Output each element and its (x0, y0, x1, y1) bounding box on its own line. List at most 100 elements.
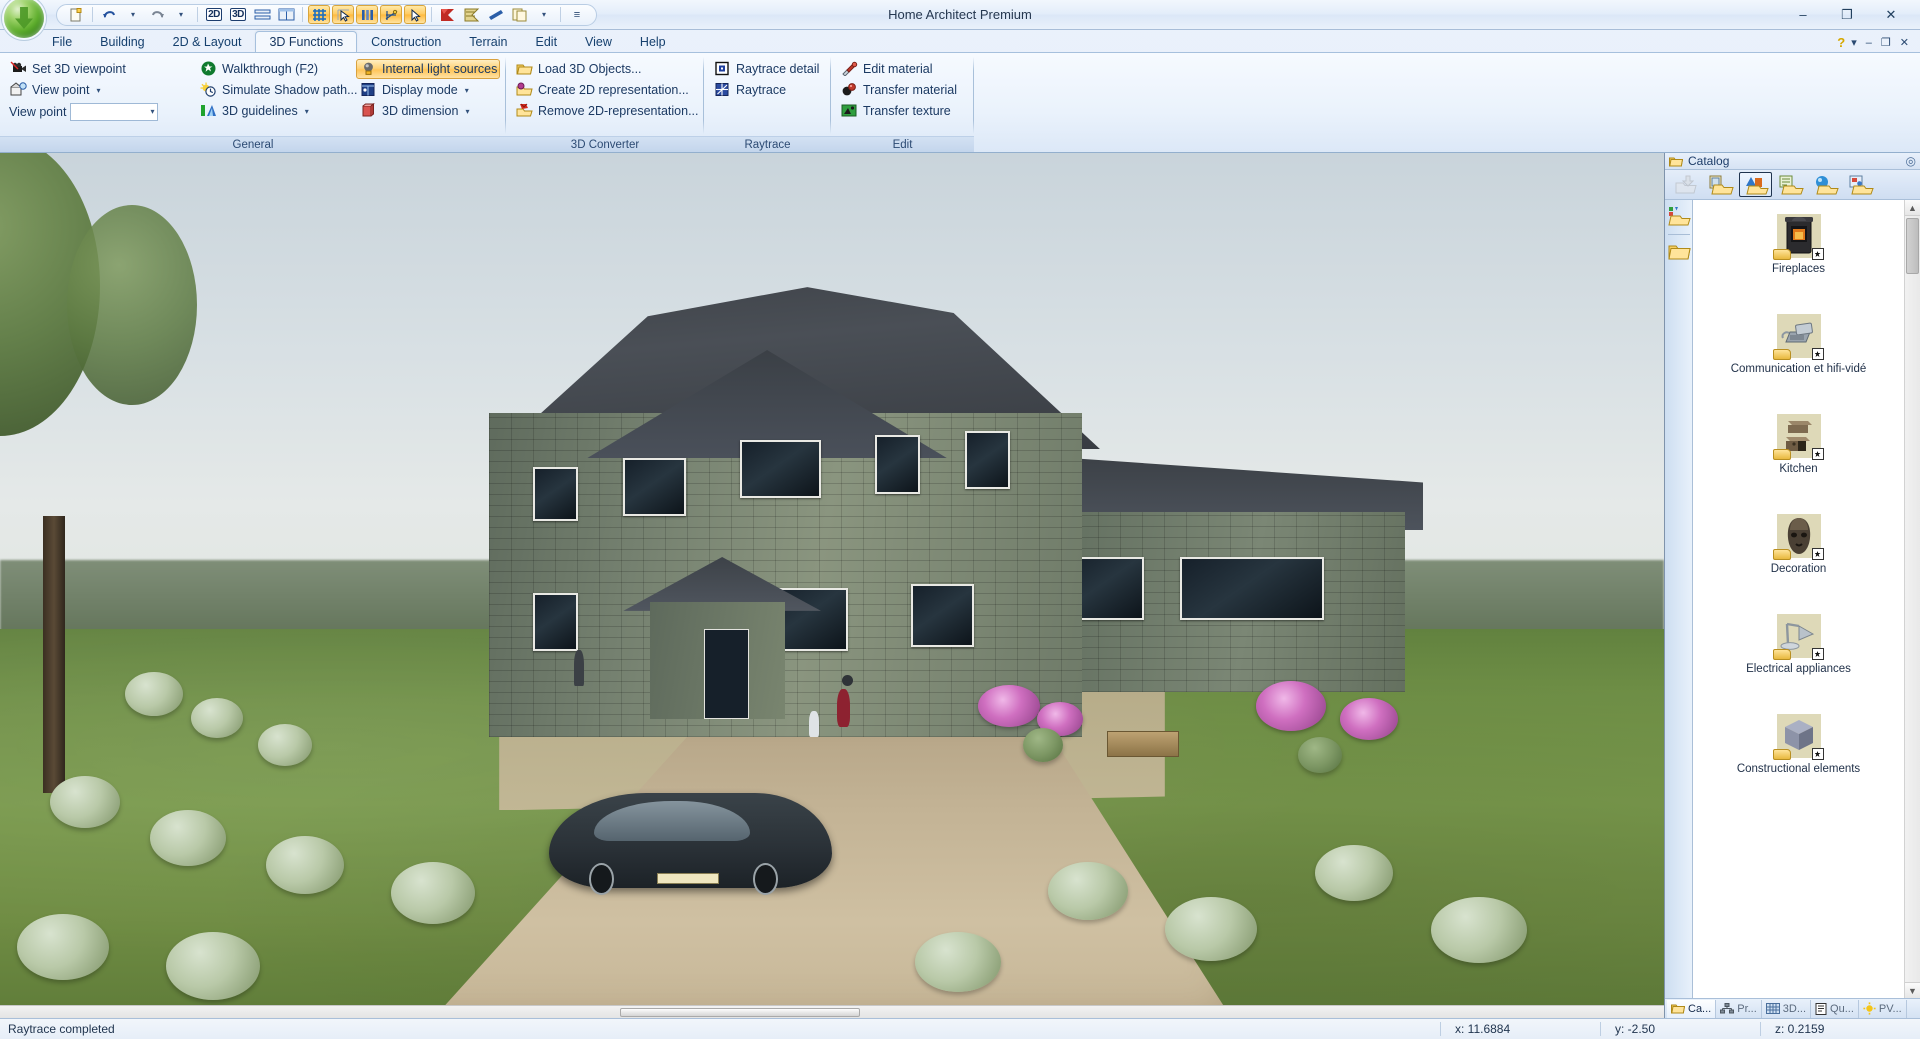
ribbon-options-dropdown-icon[interactable]: ▾ (1848, 36, 1860, 49)
viewport-horizontal-scrollbar[interactable] (0, 1005, 1664, 1018)
blue-wedge-icon[interactable] (485, 5, 507, 24)
minimize-button[interactable]: – (1782, 4, 1824, 26)
undo-icon[interactable] (98, 5, 120, 24)
undo-dropdown-icon[interactable]: ▾ (122, 5, 144, 24)
tab-terrain[interactable]: Terrain (455, 31, 521, 52)
list-item[interactable]: Communication et hifi-vidé (1693, 306, 1904, 406)
catalog-objects-button[interactable] (1739, 172, 1772, 197)
ribbon-minimize-icon[interactable]: – (1863, 37, 1875, 49)
tab-building[interactable]: Building (86, 31, 158, 52)
list-item[interactable]: Decoration (1693, 506, 1904, 606)
help-icon[interactable]: ? (1837, 35, 1845, 50)
view-point-combo-row: View point ▾ (6, 101, 192, 122)
chevron-down-icon[interactable]: ▾ (465, 86, 469, 95)
list-item[interactable]: Electrical appliances (1693, 606, 1904, 706)
catalog-scrollbar[interactable]: ▲ ▼ (1904, 200, 1920, 998)
raytrace-icon (714, 82, 731, 98)
catalog-tab-3d[interactable]: 3D... (1762, 999, 1812, 1018)
catalog-images-button[interactable] (1844, 172, 1877, 197)
raytrace-detail-button[interactable]: Raytrace detail (710, 59, 826, 79)
tab-2d-layout[interactable]: 2D & Layout (159, 31, 256, 52)
tab-construction[interactable]: Construction (357, 31, 455, 52)
application-menu-button[interactable] (4, 0, 48, 38)
catalog-tab-project[interactable]: Pr... (1716, 999, 1762, 1018)
view-2d-icon[interactable]: 2D (203, 5, 225, 24)
catalog-materials-button[interactable] (1809, 172, 1842, 197)
list-item[interactable]: Fireplaces (1693, 206, 1904, 306)
grid-icon[interactable] (308, 5, 330, 24)
3d-dimension-button[interactable]: 3D dimension ▾ (356, 101, 500, 121)
catalog-scroll-thumb[interactable] (1906, 218, 1919, 274)
catalog-item-list[interactable]: Fireplaces Communication et hifi-vidé Ki… (1693, 200, 1904, 998)
chevron-down-icon[interactable]: ▾ (96, 86, 100, 95)
list-item[interactable]: Kitchen (1693, 406, 1904, 506)
roof-red-icon[interactable] (437, 5, 459, 24)
remove-2d-representation-button[interactable]: Remove 2D-representation... (512, 101, 700, 121)
pin-icon[interactable]: ◎ (1906, 154, 1916, 168)
internal-light-sources-button[interactable]: Internal light sources (356, 59, 500, 79)
snap-icon[interactable] (380, 5, 402, 24)
ribbon-group-label-general: General (0, 136, 506, 152)
raytrace-button[interactable]: Raytrace (710, 80, 826, 100)
simulate-shadow-path-button[interactable]: Simulate Shadow path... (196, 80, 358, 100)
tab-edit[interactable]: Edit (522, 31, 572, 52)
tab-view[interactable]: View (571, 31, 626, 52)
catalog-favorites-button[interactable] (1667, 243, 1691, 261)
caret: ▾ (541, 10, 546, 19)
select-arrow-grid-icon[interactable] (332, 5, 354, 24)
qat-overflow-icon[interactable]: ≡ (566, 5, 588, 24)
3d-guidelines-button[interactable]: 3D guidelines ▾ (196, 101, 352, 121)
create-2d-icon (516, 82, 533, 98)
window (910, 583, 974, 647)
split-vertical-icon[interactable] (275, 5, 297, 24)
set-3d-viewpoint-button[interactable]: Set 3D viewpoint (6, 59, 192, 79)
edit-material-button[interactable]: Edit material (837, 59, 968, 79)
catalog-tab-pv[interactable]: PV... (1859, 999, 1907, 1018)
view-3d-icon[interactable]: 3D (227, 5, 249, 24)
scroll-down-icon[interactable]: ▼ (1905, 982, 1920, 998)
ribbon-close-icon[interactable]: ✕ (1897, 36, 1912, 49)
view-point-button[interactable]: View point ▾ (6, 80, 192, 100)
display-mode-icon (360, 82, 377, 98)
list-item-label: Constructional elements (1736, 763, 1861, 775)
view-point-select[interactable]: ▾ (70, 102, 159, 121)
chevron-down-icon[interactable]: ▾ (305, 107, 309, 116)
close-button[interactable]: ✕ (1870, 4, 1912, 26)
catalog-textures-button[interactable] (1774, 172, 1807, 197)
tab-3d-functions[interactable]: 3D Functions (255, 31, 358, 52)
transfer-texture-button[interactable]: Transfer texture (837, 101, 968, 121)
columns-icon[interactable] (356, 5, 378, 24)
more-dropdown-icon[interactable]: ▾ (533, 5, 555, 24)
catalog-doors-windows-button[interactable] (1704, 172, 1737, 197)
display-mode-button[interactable]: Display mode ▾ (356, 80, 500, 100)
transfer-material-button[interactable]: Transfer material (837, 80, 968, 100)
redo-dropdown-icon[interactable]: ▾ (170, 5, 192, 24)
load-3d-objects-button[interactable]: Load 3D Objects... (512, 59, 700, 79)
chevron-down-icon[interactable]: ▾ (465, 107, 469, 116)
display-mode-label: Display mode (382, 83, 458, 97)
pointer-icon[interactable] (404, 5, 426, 24)
roof-plan-icon[interactable] (461, 5, 483, 24)
maximize-button[interactable]: ❐ (1826, 4, 1868, 26)
ribbon-restore-icon[interactable]: ❐ (1878, 36, 1894, 49)
split-horizontal-icon[interactable] (251, 5, 273, 24)
walkthrough-button[interactable]: Walkthrough (F2) (196, 59, 352, 79)
create-2d-representation-button[interactable]: Create 2D representation... (512, 80, 700, 100)
viewport-scroll-thumb[interactable] (620, 1008, 860, 1017)
catalog-tab-catalog[interactable]: Ca... (1667, 999, 1717, 1018)
set-3d-viewpoint-label: Set 3D viewpoint (32, 62, 126, 76)
catalog-tab-quantity[interactable]: Qu... (1811, 999, 1859, 1018)
catalog-up-button[interactable] (1669, 172, 1702, 197)
3d-viewport[interactable] (0, 153, 1664, 1018)
application-window: ▾ ▾ 2D 3D ▾ ≡ Home Architect Premium – ❐… (0, 0, 1920, 1039)
qat-divider (560, 7, 561, 22)
new-document-icon[interactable] (65, 5, 87, 24)
catalog-group-button[interactable] (1667, 206, 1691, 226)
redo-icon[interactable] (146, 5, 168, 24)
list-item[interactable]: Constructional elements (1693, 706, 1904, 806)
scroll-up-icon[interactable]: ▲ (1905, 200, 1920, 216)
ribbon-column-converter: Load 3D Objects... Create 2D representat… (510, 57, 702, 121)
tab-help[interactable]: Help (626, 31, 680, 52)
copy-icon[interactable] (509, 5, 531, 24)
chevron-down-icon: ▾ (150, 107, 155, 116)
